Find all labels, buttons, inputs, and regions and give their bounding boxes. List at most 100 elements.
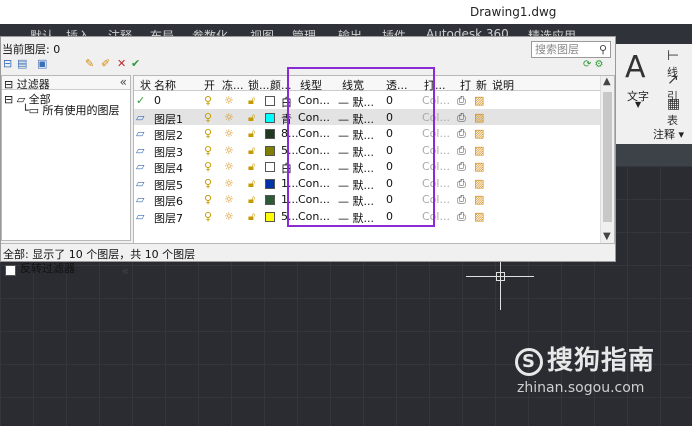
status-bar: 全部: 显示了 10 个图层，共 10 个图层	[1, 243, 615, 261]
color-swatch[interactable]	[265, 211, 275, 222]
scroll-up-icon[interactable]: ▲	[603, 76, 611, 87]
sun-icon[interactable]: ☼	[224, 210, 234, 223]
sun-icon[interactable]: ☼	[224, 144, 234, 157]
color-swatch[interactable]	[265, 96, 275, 106]
search-input[interactable]: 搜索图层 ⚲	[531, 41, 611, 58]
annotation-panel-title[interactable]: 注释 ▾	[653, 126, 684, 142]
vertical-scroll-thumb[interactable]	[603, 92, 612, 222]
unlock-icon[interactable]: 🔓︎	[248, 193, 255, 207]
col-new-vp-freeze[interactable]: 新	[476, 77, 487, 93]
color-swatch[interactable]	[265, 112, 275, 123]
filter-tree-used[interactable]: └▭ 所有使用的图层	[22, 102, 120, 118]
collapse-bottom-icon[interactable]: «	[122, 264, 129, 278]
new-layer-vp-frozen-icon[interactable]: ✐	[101, 57, 110, 70]
ribbon-panel-annotation: A 文字 ▼ ⊢ 线 ↗ 引 ▦ 表 注释 ▾	[614, 44, 692, 144]
watermark-brand: 搜狗指南	[547, 346, 656, 376]
color-swatch[interactable]	[265, 195, 275, 205]
layer-status-icon: ▱	[136, 209, 145, 223]
printer-icon[interactable]: ⎙	[457, 177, 466, 191]
filter-used-label: 所有使用的图层	[42, 104, 120, 117]
sun-icon[interactable]: ☼	[224, 94, 234, 107]
unlock-icon[interactable]: 🔓︎	[248, 160, 255, 174]
refresh-settings-icons[interactable]: ⟳ ⚙	[583, 59, 604, 70]
search-placeholder: 搜索图层	[535, 43, 579, 56]
new-vp-freeze-icon[interactable]: ▨	[474, 193, 484, 206]
new-property-filter-icon[interactable]: ⊟	[3, 57, 12, 70]
lightbulb-icon[interactable]: ♀	[204, 193, 212, 206]
col-description[interactable]: 说明	[492, 77, 514, 93]
chevron-down-icon[interactable]: ▼	[635, 100, 641, 109]
new-vp-freeze-icon[interactable]: ▨	[474, 210, 484, 223]
unlock-icon[interactable]: 🔓︎	[248, 210, 255, 224]
layer-status-icon: ▱	[136, 193, 145, 206]
layer-status-icon: ▱	[136, 127, 145, 140]
new-vp-freeze-icon[interactable]: ▨	[474, 94, 484, 107]
col-on[interactable]: 开	[204, 77, 215, 93]
search-icon[interactable]: ⚲	[599, 42, 607, 57]
printer-icon[interactable]: ⎙	[457, 111, 466, 125]
set-current-icon[interactable]: ✔	[131, 57, 140, 70]
invert-filter-checkbox[interactable]	[5, 265, 16, 276]
layer-name[interactable]: 图层7	[154, 210, 183, 226]
col-lock[interactable]: 锁...	[248, 77, 270, 93]
collapse-left-icon[interactable]: «	[120, 75, 127, 89]
sun-icon[interactable]: ☼	[224, 127, 234, 140]
new-layer-icon[interactable]: ✎	[85, 57, 94, 70]
watermark-logo: S 搜狗指南	[515, 346, 655, 376]
layer-status-icon: ▱	[136, 143, 145, 157]
sun-icon[interactable]: ☼	[224, 177, 234, 190]
printer-icon[interactable]: ⎙	[457, 94, 466, 108]
printer-icon[interactable]: ⎙	[457, 144, 466, 158]
new-vp-freeze-icon[interactable]: ▨	[474, 127, 484, 140]
col-plot[interactable]: 打	[460, 77, 471, 93]
printer-icon[interactable]: ⎙	[457, 160, 466, 174]
color-swatch[interactable]	[265, 178, 275, 189]
unlock-icon[interactable]: 🔓︎	[248, 111, 255, 125]
printer-icon[interactable]: ⎙	[457, 193, 466, 207]
annotation-label: 注释	[653, 128, 675, 141]
sun-icon[interactable]: ☼	[224, 160, 234, 173]
col-freeze[interactable]: 冻...	[222, 77, 244, 93]
lightbulb-icon[interactable]: ♀	[204, 160, 212, 173]
unlock-icon[interactable]: 🔓︎	[248, 144, 255, 158]
new-vp-freeze-icon[interactable]: ▨	[474, 111, 484, 124]
invert-filter-row: 反转过滤器 «	[2, 260, 132, 280]
filter-tree-pane: ⊟ 过滤器 « ⊟ ▱ 全部 └▭ 所有使用的图层 反转过滤器 «	[1, 75, 131, 278]
color-swatch[interactable]	[265, 129, 275, 139]
layer-states-manager-icon[interactable]: ▣	[37, 57, 47, 70]
new-group-filter-icon[interactable]: ▤	[17, 57, 27, 70]
layer-status-icon: ▱	[136, 110, 145, 124]
unlock-icon[interactable]: 🔓︎	[248, 177, 255, 191]
text-icon[interactable]: A	[625, 50, 646, 85]
lightbulb-icon[interactable]: ♀	[204, 177, 212, 190]
lightbulb-icon[interactable]: ♀	[204, 210, 212, 223]
new-vp-freeze-icon[interactable]: ▨	[474, 177, 484, 190]
col-status[interactable]: 状	[140, 77, 151, 93]
sun-icon[interactable]: ☼	[224, 193, 234, 206]
printer-icon[interactable]: ⎙	[457, 127, 466, 141]
layer-status-icon: ▱	[136, 160, 145, 173]
delete-layer-icon[interactable]: ✕	[117, 57, 126, 70]
lightbulb-icon[interactable]: ♀	[204, 127, 212, 140]
layer-status-icon: ▱	[136, 176, 145, 190]
new-vp-freeze-icon[interactable]: ▨	[474, 160, 484, 173]
table-icon[interactable]: ▦ 表	[667, 96, 692, 128]
sun-icon[interactable]: ☼	[224, 111, 234, 124]
lightbulb-icon[interactable]: ♀	[204, 111, 212, 124]
lightbulb-icon[interactable]: ♀	[204, 94, 212, 107]
lightbulb-icon[interactable]: ♀	[204, 144, 212, 157]
layer-name[interactable]: 0	[154, 94, 161, 107]
color-swatch[interactable]	[265, 145, 275, 156]
vertical-scrollbar[interactable]: ▲ ▼	[600, 76, 614, 244]
col-name[interactable]: 名称	[154, 77, 176, 93]
layer-status-icon: ✓	[136, 94, 146, 107]
printer-icon[interactable]: ⎙	[457, 210, 466, 224]
unlock-icon[interactable]: 🔓︎	[248, 127, 255, 141]
filter-header-text: 过滤器	[16, 78, 50, 91]
color-swatch[interactable]	[265, 162, 275, 172]
scroll-down-icon[interactable]: ▼	[603, 231, 611, 242]
crosshair-pickbox	[496, 272, 505, 281]
sogou-logo-icon: S	[515, 347, 543, 376]
unlock-icon[interactable]: 🔓︎	[248, 94, 255, 108]
new-vp-freeze-icon[interactable]: ▨	[474, 144, 484, 157]
